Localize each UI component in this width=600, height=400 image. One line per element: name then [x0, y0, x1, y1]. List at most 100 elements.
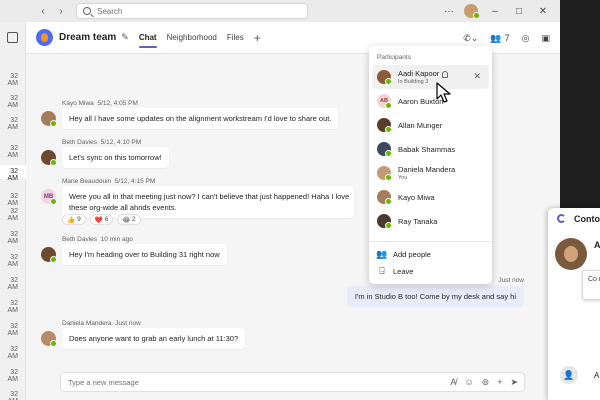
- reaction-count: 9: [77, 216, 81, 223]
- participant-name: Daniela Mandera: [398, 165, 456, 174]
- participant-row[interactable]: Allan Munger: [369, 113, 492, 137]
- participants-panel: Participants Aadi Kapoor In Building 3 ✕…: [369, 46, 492, 284]
- chat-time[interactable]: 32 AM: [0, 254, 19, 268]
- search-box[interactable]: [76, 3, 308, 19]
- copilot-icon[interactable]: ◎: [522, 33, 530, 44]
- participants-title: Participants: [377, 54, 411, 61]
- tab-neighborhood[interactable]: Neighborhood: [167, 22, 217, 54]
- participant-name-text: Aadi Kapoor: [398, 69, 440, 78]
- avatar[interactable]: [41, 150, 57, 166]
- pencil-icon[interactable]: ✎: [121, 32, 129, 43]
- contact-tooltip: Co net: [582, 270, 600, 300]
- message-bubble[interactable]: Does anyone want to grab an early lunch …: [62, 328, 246, 349]
- mouse-cursor-icon: [436, 82, 451, 103]
- participant-row[interactable]: AB Aaron Buxton: [369, 89, 492, 113]
- chat-time[interactable]: 32 AM: [0, 277, 19, 291]
- participant-text: Ray Tanaka: [398, 217, 437, 226]
- more-options-icon[interactable]: ···: [444, 6, 454, 17]
- tab-files[interactable]: Files: [227, 22, 244, 54]
- close-icon[interactable]: ✕: [536, 6, 550, 17]
- title-bar-controls: ··· – □ ✕: [444, 0, 560, 22]
- remove-participant-icon[interactable]: ✕: [473, 71, 481, 82]
- chat-time[interactable]: 32 AM: [0, 323, 19, 337]
- send-icon[interactable]: ➤: [510, 377, 518, 388]
- chat-time[interactable]: 32 AM: [0, 346, 19, 360]
- add-tab-icon[interactable]: +: [254, 22, 261, 54]
- side-panel-icon[interactable]: ▣: [541, 33, 550, 44]
- add-people-icon: 👥: [376, 248, 388, 259]
- chat-title: Dream team: [59, 32, 117, 43]
- chat-time[interactable]: 32 AM: [0, 193, 19, 207]
- message-bubble[interactable]: Hey I'm heading over to Building 31 righ…: [62, 244, 227, 265]
- message-sender: Beth Davies: [62, 139, 98, 146]
- participant-row[interactable]: Daniela Mandera You: [369, 161, 492, 185]
- add-contact-icon[interactable]: 👤: [560, 366, 578, 384]
- back-arrow-icon[interactable]: ‹: [38, 6, 48, 17]
- search-input[interactable]: [97, 6, 277, 16]
- chat-time[interactable]: 32 AM: [0, 95, 19, 109]
- avatar: [377, 118, 392, 133]
- message-time: 10 min ago: [100, 236, 133, 243]
- contact-card-icon[interactable]: [442, 70, 449, 78]
- avatar: [377, 190, 392, 205]
- contact-card: Conto A Co net 👤 A: [548, 208, 600, 400]
- avatar[interactable]: [41, 111, 57, 127]
- chat-time[interactable]: 32 AM: [0, 145, 19, 159]
- chat-time[interactable]: 32 AM: [0, 208, 19, 222]
- reaction-laugh[interactable]: 😂 2: [117, 214, 141, 225]
- emoji-icon[interactable]: ☺: [464, 377, 473, 387]
- thumbs-up-icon: 👍: [67, 216, 76, 224]
- heart-icon: ❤️: [94, 216, 103, 224]
- contact-card-title: Conto: [574, 214, 600, 224]
- message-input[interactable]: [68, 377, 418, 387]
- message-sender: Beth Davies: [62, 236, 98, 243]
- message-time: 5/12, 4:15 PM: [114, 178, 156, 185]
- avatar[interactable]: [41, 331, 57, 347]
- participant-row[interactable]: Babak Shammas: [369, 137, 492, 161]
- call-icon[interactable]: ✆⌄: [463, 33, 478, 44]
- avatar[interactable]: MB: [41, 189, 57, 205]
- chat-time[interactable]: 32 AM: [0, 300, 19, 314]
- contact-avatar: [555, 238, 587, 270]
- chat-time[interactable]: 32 AM: [0, 391, 19, 400]
- participant-text: Daniela Mandera You: [398, 165, 455, 181]
- add-people-button[interactable]: 👥 Add people: [376, 248, 431, 259]
- minimize-icon[interactable]: –: [488, 6, 502, 17]
- avatar[interactable]: [41, 247, 57, 263]
- format-icon[interactable]: A̸: [450, 377, 456, 387]
- add-people-label: Add people: [393, 249, 431, 259]
- tab-chat[interactable]: Chat: [138, 22, 157, 54]
- message-bubble[interactable]: Let's sync on this tomorrow!: [62, 147, 169, 168]
- chat-time[interactable]: 32 AM: [0, 168, 19, 182]
- message-composer[interactable]: A̸ ☺ ⊚ + ➤: [60, 372, 525, 392]
- loop-icon[interactable]: ⊚: [482, 377, 490, 388]
- chat-time[interactable]: 32 AM: [0, 117, 19, 131]
- message-bubble[interactable]: Hey all I have some updates on the align…: [62, 108, 339, 129]
- leave-button[interactable]: ⍈ Leave: [377, 266, 413, 276]
- participants-button[interactable]: 👥 7: [490, 33, 509, 44]
- participant-text: Kayo Miwa: [398, 193, 435, 202]
- reaction-count: 6: [104, 216, 109, 223]
- participant-row[interactable]: Ray Tanaka: [369, 209, 492, 233]
- laugh-icon: 😂: [122, 216, 131, 224]
- chat-time[interactable]: 32 AM: [0, 369, 19, 383]
- attach-icon[interactable]: +: [497, 377, 502, 387]
- participant-text: Babak Shammas: [398, 145, 455, 154]
- participant-row[interactable]: Aadi Kapoor In Building 3 ✕: [372, 65, 489, 89]
- reaction-heart[interactable]: ❤️ 6: [89, 214, 114, 225]
- user-avatar[interactable]: [464, 4, 480, 19]
- chat-time[interactable]: 32 AM: [0, 73, 19, 87]
- participant-name: Aadi Kapoor: [398, 69, 449, 78]
- message-sender: Marie Beaudouin: [62, 178, 112, 185]
- leave-icon: ⍈: [379, 265, 385, 276]
- message-bubble[interactable]: I'm in Studio B too! Come by my desk and…: [346, 286, 524, 307]
- contact-action-label[interactable]: A: [594, 371, 599, 380]
- reaction-like[interactable]: 👍 9: [62, 214, 86, 225]
- participant-row[interactable]: Kayo Miwa: [369, 185, 492, 209]
- forward-arrow-icon[interactable]: ›: [56, 6, 66, 17]
- participant-text: Allan Munger: [398, 121, 442, 130]
- chat-time[interactable]: 32 AM: [0, 231, 19, 245]
- contact-logo-icon: [557, 214, 566, 223]
- maximize-icon[interactable]: □: [512, 6, 526, 17]
- compose-icon[interactable]: [7, 32, 18, 43]
